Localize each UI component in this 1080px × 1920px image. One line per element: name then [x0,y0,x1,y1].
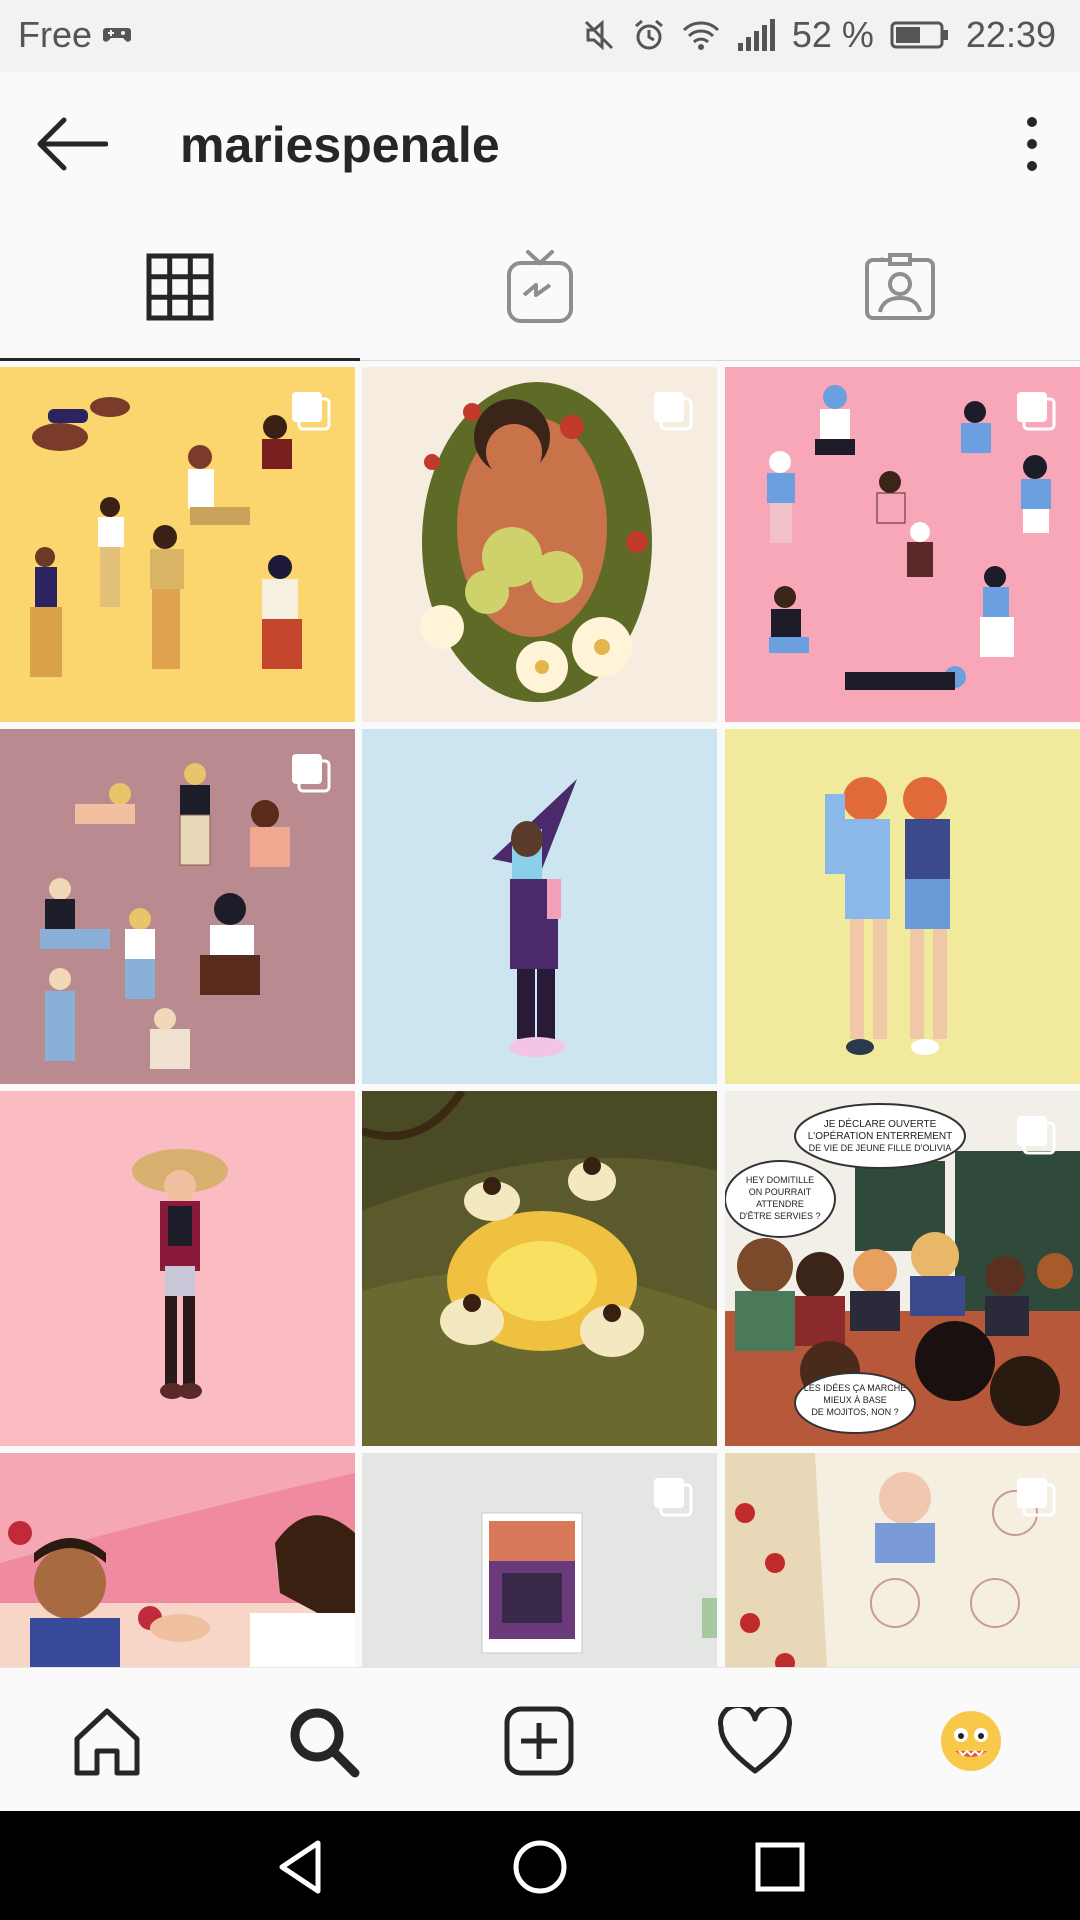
post-illustration [362,729,717,1084]
post-illustration [0,1091,355,1446]
multiple-posts-icon [654,1478,693,1517]
post-thumbnail[interactable] [725,729,1080,1084]
tagged-user-icon [865,253,935,320]
search-icon [290,1708,360,1778]
multiple-posts-icon [1017,1116,1056,1155]
recents-square-icon [755,1842,805,1892]
back-triangle-icon [279,1840,321,1894]
multiple-posts-icon [1017,392,1056,431]
more-vertical-icon [1027,117,1037,171]
post-thumbnail[interactable] [362,1091,717,1446]
post-thumbnail[interactable] [0,1091,355,1446]
multiple-posts-icon [654,392,693,431]
post-thumbnail[interactable] [0,729,355,1084]
profile-header: mariespenale [0,72,1080,214]
speech-bubble-3-line-1: LES IDÉES ÇA MARCHE [804,1383,907,1393]
speech-bubble-3-line-2: MIEUX À BASE [823,1395,887,1405]
post-thumbnail[interactable]: JE DÉCLARE OUVERTE L'OPÉRATION ENTERREME… [725,1091,1080,1446]
system-back-button[interactable] [270,1835,334,1899]
page-title: mariespenale [180,117,500,173]
profile-avatar [941,1711,1001,1771]
arrow-left-icon [37,117,109,171]
multiple-posts-icon [292,392,331,431]
signal-icon [737,19,775,51]
clock: 22:39 [965,14,1056,55]
post-thumbnail[interactable] [362,1453,717,1667]
igtv-icon [507,250,573,323]
tab-tagged[interactable] [720,214,1080,360]
nav-profile-button[interactable] [926,1696,1016,1786]
status-bar: Free 52 % 22:39 [0,0,1080,72]
speech-bubble-2-line-2: ON POURRAIT [749,1187,812,1197]
post-illustration [362,1091,717,1446]
system-navigation-bar [0,1811,1080,1920]
status-right: 52 % 22:39 [582,14,1056,56]
mute-icon [584,19,613,51]
speech-bubble-2-line-3: ATTENDRE [756,1199,804,1209]
post-thumbnail[interactable] [725,367,1080,722]
add-post-icon [504,1706,574,1776]
post-thumbnail[interactable] [725,1453,1080,1667]
post-thumbnail[interactable] [0,1453,355,1667]
wifi-icon [682,21,719,50]
battery-percent: 52 % [791,14,874,55]
multiple-posts-icon [1017,1478,1056,1517]
alarm-icon [634,19,663,50]
nav-activity-button[interactable] [710,1696,800,1786]
post-thumbnail[interactable] [362,367,717,722]
carrier-label: Free [18,14,93,55]
post-thumbnail[interactable] [0,367,355,722]
speech-bubble-2-line-1: HEY DOMITILLE [746,1175,814,1185]
speech-bubble-1-line-1: JE DÉCLARE OUVERTE [824,1117,937,1130]
more-options-button[interactable] [1004,112,1060,176]
nav-add-post-button[interactable] [494,1696,584,1786]
system-recents-button[interactable] [748,1835,812,1899]
status-left: Free [18,14,132,56]
post-illustration [0,1453,355,1667]
tab-grid[interactable] [0,214,360,361]
profile-tabs [0,214,1080,361]
bottom-navigation [0,1667,1080,1812]
posts-grid: JE DÉCLARE OUVERTE L'OPÉRATION ENTERREME… [0,367,1080,1667]
multiple-posts-icon [292,754,331,793]
nav-home-button[interactable] [62,1696,152,1786]
grid-icon [146,253,214,321]
post-thumbnail[interactable] [362,729,717,1084]
nav-search-button[interactable] [278,1696,368,1786]
speech-bubble-1-line-3: DE VIE DE JEUNE FILLE D'OLIVIA [809,1143,952,1153]
home-circle-icon [513,1840,567,1894]
home-icon [74,1708,140,1776]
heart-icon [718,1707,792,1774]
speech-bubble-2-line-4: D'ÊTRE SERVIES ? [739,1211,820,1221]
system-home-button[interactable] [508,1835,572,1899]
post-illustration [725,729,1080,1084]
speech-bubble-1-line-2: L'OPÉRATION ENTERREMENT [808,1129,953,1142]
back-button[interactable] [36,116,109,172]
tab-igtv[interactable] [360,214,720,360]
speech-bubble-3-line-3: DE MOJITOS, NON ? [811,1407,898,1417]
battery-icon [890,21,948,49]
game-controller-icon [103,28,132,42]
